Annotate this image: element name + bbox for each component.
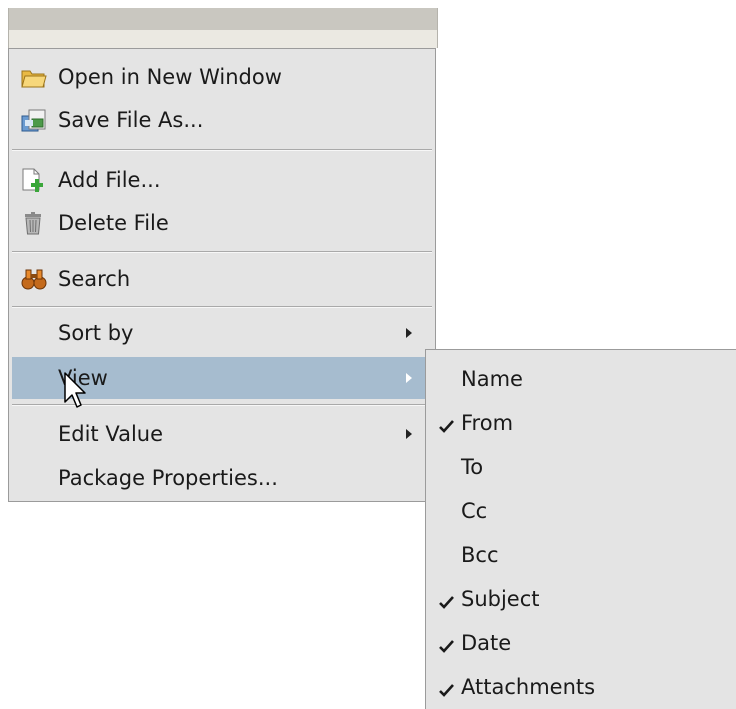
check-icon: [438, 679, 456, 697]
view-option-attachments[interactable]: Attachments: [426, 665, 736, 709]
submenu-arrow-icon: [406, 429, 412, 439]
check-icon: [438, 415, 456, 433]
search-binoculars-icon: [20, 266, 48, 292]
submenu-arrow-icon: [406, 373, 412, 383]
view-option-name[interactable]: Name: [426, 357, 736, 401]
menu-item-label: Save File As...: [58, 108, 204, 132]
check-icon: [438, 635, 456, 653]
menu-item-label: Add File...: [58, 168, 161, 192]
view-option-to[interactable]: To: [426, 445, 736, 489]
menu-item-label: Package Properties...: [58, 466, 278, 490]
menu-separator: [12, 306, 432, 308]
menu-item-edit-value[interactable]: Edit Value: [12, 413, 432, 455]
menu-separator: [12, 251, 432, 253]
menu-item-add-file[interactable]: Add File...: [12, 159, 432, 201]
menu-item-label: Delete File: [58, 211, 169, 235]
context-menu: Open in New Window Save File As... Add F…: [8, 48, 436, 502]
view-option-label: From: [461, 411, 514, 435]
mouse-cursor-icon: [64, 372, 86, 408]
view-option-cc[interactable]: Cc: [426, 489, 736, 533]
view-option-label: Bcc: [461, 543, 499, 567]
view-option-label: Date: [461, 631, 512, 655]
menu-item-save-file-as[interactable]: Save File As...: [12, 99, 432, 141]
submenu-arrow-icon: [406, 328, 412, 338]
menu-item-search[interactable]: Search: [12, 258, 432, 300]
menu-item-open-in-new-window[interactable]: Open in New Window: [12, 56, 432, 98]
menu-item-label: Open in New Window: [58, 65, 282, 89]
view-option-label: Name: [461, 367, 523, 391]
menu-item-delete-file[interactable]: Delete File: [12, 202, 432, 244]
view-submenu: Name From To Cc Bcc Subject Date Attachm…: [425, 349, 736, 709]
view-option-label: Subject: [461, 587, 540, 611]
menu-separator: [12, 149, 432, 151]
menu-item-label: Sort by: [58, 321, 134, 345]
menu-item-package-properties[interactable]: Package Properties...: [12, 457, 432, 499]
view-option-date[interactable]: Date: [426, 621, 736, 665]
view-option-label: Cc: [461, 499, 488, 523]
menu-item-sort-by[interactable]: Sort by: [12, 312, 432, 354]
folder-open-icon: [20, 64, 48, 90]
view-option-label: To: [461, 455, 484, 479]
add-file-icon: [20, 167, 48, 193]
window-title-strip: [8, 8, 438, 48]
view-option-bcc[interactable]: Bcc: [426, 533, 736, 577]
menu-item-label: Edit Value: [58, 422, 164, 446]
menu-item-label: Search: [58, 267, 131, 291]
trash-icon: [20, 210, 48, 236]
check-icon: [438, 591, 456, 609]
save-file-icon: [20, 107, 48, 133]
view-option-label: Attachments: [461, 675, 596, 699]
view-option-subject[interactable]: Subject: [426, 577, 736, 621]
view-option-from[interactable]: From: [426, 401, 736, 445]
